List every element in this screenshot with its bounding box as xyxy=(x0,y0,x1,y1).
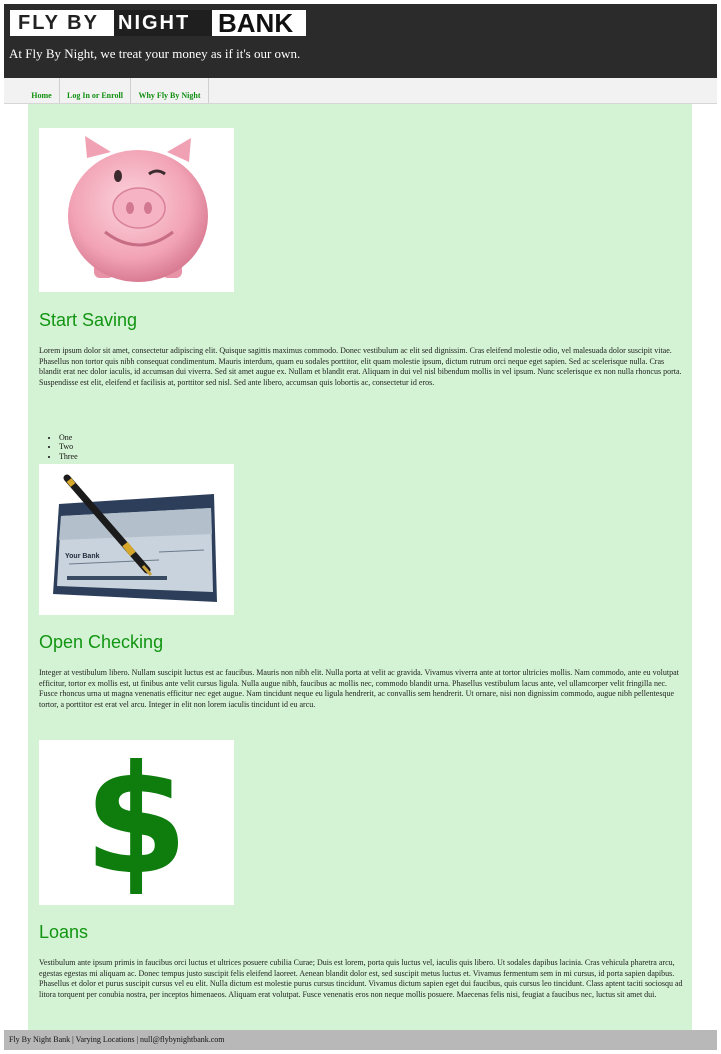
section-title: Loans xyxy=(39,922,89,942)
nav-item-why[interactable]: Why Fly By Night xyxy=(131,78,209,103)
bank-logo[interactable]: FLY BY NIGHT BANK xyxy=(10,8,306,38)
check-and-pen-icon: Your Bank xyxy=(53,474,217,602)
logo-part-fly-by: FLY BY xyxy=(10,10,114,36)
bullet-list: One Two Three xyxy=(39,433,78,461)
section-text: Lorem ipsum dolor sit amet, consectetur … xyxy=(39,346,682,387)
dollar-image: $ xyxy=(39,734,234,908)
list-item: One xyxy=(59,433,78,442)
check-bank-label: Your Bank xyxy=(65,553,100,560)
main-content: Start Saving Lorem ipsum dolor sit amet,… xyxy=(28,104,692,1030)
nav-item-home[interactable]: Home xyxy=(24,78,60,103)
bullet-list-wrap: One Two Three xyxy=(39,433,239,463)
list-item: Two xyxy=(59,442,78,451)
tagline: At Fly By Night, we treat your money as … xyxy=(9,46,301,61)
site-header: FLY BY NIGHT BANK At Fly By Night, we tr… xyxy=(4,4,717,78)
section-title: Open Checking xyxy=(39,632,164,652)
check-image: Your Bank xyxy=(39,464,234,615)
piggy-bank-icon xyxy=(68,136,208,282)
dollar-sign-icon: $ xyxy=(84,734,188,908)
main-nav: Home Log In or Enroll Why Fly By Night xyxy=(4,78,717,104)
piggy-bank-image xyxy=(39,128,234,292)
logo-part-night: NIGHT xyxy=(114,10,212,36)
list-item: Three xyxy=(59,452,78,461)
section-text: Integer at vestibulum libero. Nullam sus… xyxy=(39,668,679,709)
logo-part-bank: BANK xyxy=(212,8,306,38)
section-title: Start Saving xyxy=(39,310,138,330)
svg-text:$: $ xyxy=(84,740,188,905)
site-footer: Fly By Night Bank | Varying Locations | … xyxy=(4,1030,717,1050)
nav-item-label: Why Fly By Night xyxy=(138,91,201,100)
footer-text: Fly By Night Bank | Varying Locations | … xyxy=(9,1035,225,1044)
section-text: Vestibulum ante ipsum primis in faucibus… xyxy=(39,958,683,999)
nav-item-label: Log In or Enroll xyxy=(67,91,123,100)
nav-item-label: Home xyxy=(31,91,52,100)
nav-item-login[interactable]: Log In or Enroll xyxy=(60,78,131,103)
